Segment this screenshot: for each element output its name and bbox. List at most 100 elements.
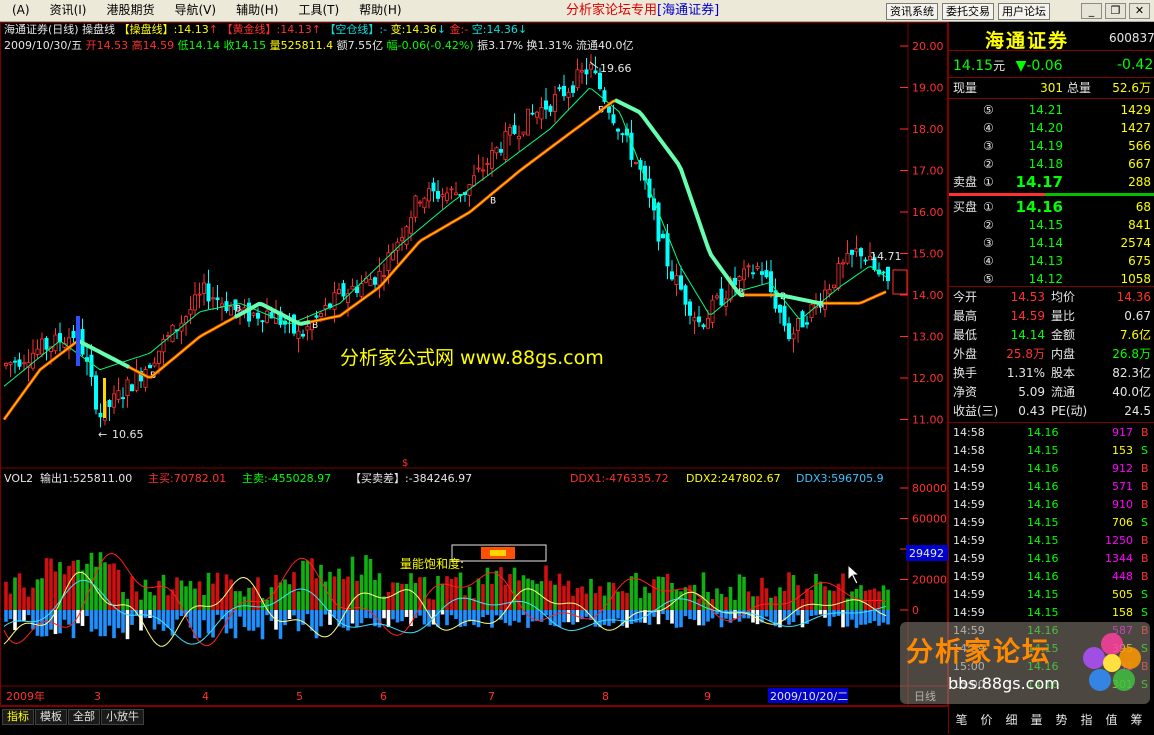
menu-item-info[interactable]: 资讯(I)	[40, 0, 97, 21]
trade-time: 14:58	[953, 444, 985, 457]
vol-neg-bar	[233, 610, 238, 639]
vol-bar	[787, 572, 791, 610]
vol-bar	[562, 585, 566, 610]
vol-bar	[818, 581, 823, 610]
side-tab-2[interactable]: 细	[999, 711, 1024, 728]
vol-bar	[8, 593, 13, 610]
side-tab-7[interactable]: 筹	[1124, 711, 1149, 728]
forum-button[interactable]: 用户论坛	[998, 3, 1050, 20]
candle-body	[431, 182, 436, 192]
vol-tick-label: 60000	[912, 513, 947, 526]
sell-label: 卖盘	[953, 175, 978, 189]
close-icon[interactable]: ✕	[1129, 3, 1150, 19]
vol-neg-bar	[283, 610, 287, 626]
tab-all[interactable]: 全部	[68, 709, 100, 725]
candle-body	[719, 288, 724, 306]
candle-body	[40, 338, 45, 355]
vol-bar	[431, 599, 436, 610]
candle-body	[116, 390, 121, 400]
trade-price: 14.16	[1027, 462, 1059, 475]
candle-body	[791, 333, 796, 340]
minimize-icon[interactable]: _	[1081, 3, 1102, 19]
candle-body	[291, 314, 296, 334]
vol-neg-bar	[404, 610, 409, 617]
candle-body	[827, 288, 832, 295]
tab-xiaofangniu[interactable]: 小放牛	[101, 709, 144, 725]
price-tick-label: 12.00	[912, 372, 944, 385]
vol-bar	[454, 577, 458, 610]
sell-price: 14.19	[1028, 139, 1063, 153]
trade-volume: 1344	[1105, 552, 1133, 565]
menu-item-help[interactable]: 帮助(H)	[349, 0, 411, 21]
vol-neg-bar	[13, 610, 17, 631]
vol-bar	[13, 577, 17, 610]
trade-volume: 910	[1112, 498, 1133, 511]
vol-neg-bar	[359, 610, 364, 624]
info-system-button[interactable]: 资讯系统	[886, 3, 938, 20]
price-change: ▼-0.06	[1015, 58, 1063, 74]
candle-body	[413, 195, 418, 218]
vol-bar	[328, 571, 332, 610]
side-tab-1[interactable]: 价	[974, 711, 999, 728]
side-tab-5[interactable]: 指	[1074, 711, 1099, 728]
menu-item-assist[interactable]: 辅助(H)	[226, 0, 288, 21]
low-annotation: ← 10.65	[98, 428, 144, 441]
tab-indicator[interactable]: 指标	[2, 709, 34, 725]
info-range: 幅-0.06(-0.42%)	[386, 39, 474, 52]
vol-bar	[791, 575, 796, 610]
candle-body	[440, 194, 445, 198]
x-label-4: 4	[202, 690, 209, 703]
candle-body	[769, 271, 774, 293]
buy-level: ②	[983, 218, 994, 232]
logo-text: 分析家论坛	[906, 637, 1051, 668]
menu-bar: (A) 资讯(I) 港股期货 导航(V) 辅助(H) 工具(T) 帮助(H) 分…	[0, 0, 1154, 22]
menu-item-a[interactable]: (A)	[2, 0, 40, 21]
candle-body	[372, 277, 377, 285]
sell-level: ⑤	[983, 103, 994, 117]
info-row-1: 海通证券(日线) 操盘线 【操盘线】:14.13↑ 【黄金线】:14.13↑ 【…	[4, 23, 528, 36]
side-tab-6[interactable]: 值	[1099, 711, 1124, 728]
stat-row: 最高 14.59 量比 0.67	[949, 307, 1154, 325]
side-tab-3[interactable]: 量	[1024, 711, 1049, 728]
stat-label: 量比	[1051, 309, 1076, 323]
vol-bar	[616, 591, 620, 610]
vol-bar	[337, 568, 341, 610]
vol-neg-bar	[355, 610, 359, 628]
bid-ask-divider-green	[1045, 193, 1154, 196]
window-title: 分析家论坛专用[海通证券]	[566, 0, 719, 21]
candle-body	[507, 127, 512, 136]
info-low: 低14.14	[177, 39, 221, 52]
menu-item-hk[interactable]: 港股期货	[96, 0, 164, 21]
side-tab-0[interactable]: 笔	[949, 711, 974, 728]
vol-neg-bar	[260, 610, 265, 640]
candle-body	[255, 312, 260, 319]
price-tick-label: 19.00	[912, 82, 944, 95]
stat-label: PE(动)	[1051, 404, 1088, 418]
vol-neg-bar	[764, 610, 769, 617]
vol-bar	[652, 579, 656, 610]
candle-body	[526, 108, 531, 136]
vol-neg-bar	[107, 610, 112, 626]
restore-icon[interactable]: ❐	[1105, 3, 1126, 19]
vol-bar	[688, 585, 692, 610]
sell-volume: 667	[1128, 157, 1151, 171]
title-broker: [海通证券]	[657, 3, 720, 18]
vol-neg-bar	[422, 610, 427, 625]
price-tick-label: 15.00	[912, 248, 944, 261]
candle-body	[435, 191, 440, 199]
vol-bar	[598, 586, 602, 610]
info-row-2: 2009/10/30/五 开14.53 高14.59 低14.14 收14.15…	[4, 38, 633, 54]
menu-item-tools[interactable]: 工具(T)	[288, 0, 349, 21]
vol-neg-bar	[400, 610, 404, 622]
vol-bar	[31, 587, 35, 610]
side-tab-4[interactable]: 势	[1049, 711, 1074, 728]
vol-neg-bar	[188, 610, 193, 628]
vol-bar	[832, 591, 836, 610]
menu-item-nav[interactable]: 导航(V)	[165, 0, 227, 21]
candle-body	[143, 369, 148, 388]
trade-direction: B	[1141, 426, 1149, 439]
candle-body	[296, 330, 301, 339]
tab-template[interactable]: 模板	[35, 709, 67, 725]
candle-body	[584, 69, 589, 75]
trade-button[interactable]: 委托交易	[942, 3, 994, 20]
